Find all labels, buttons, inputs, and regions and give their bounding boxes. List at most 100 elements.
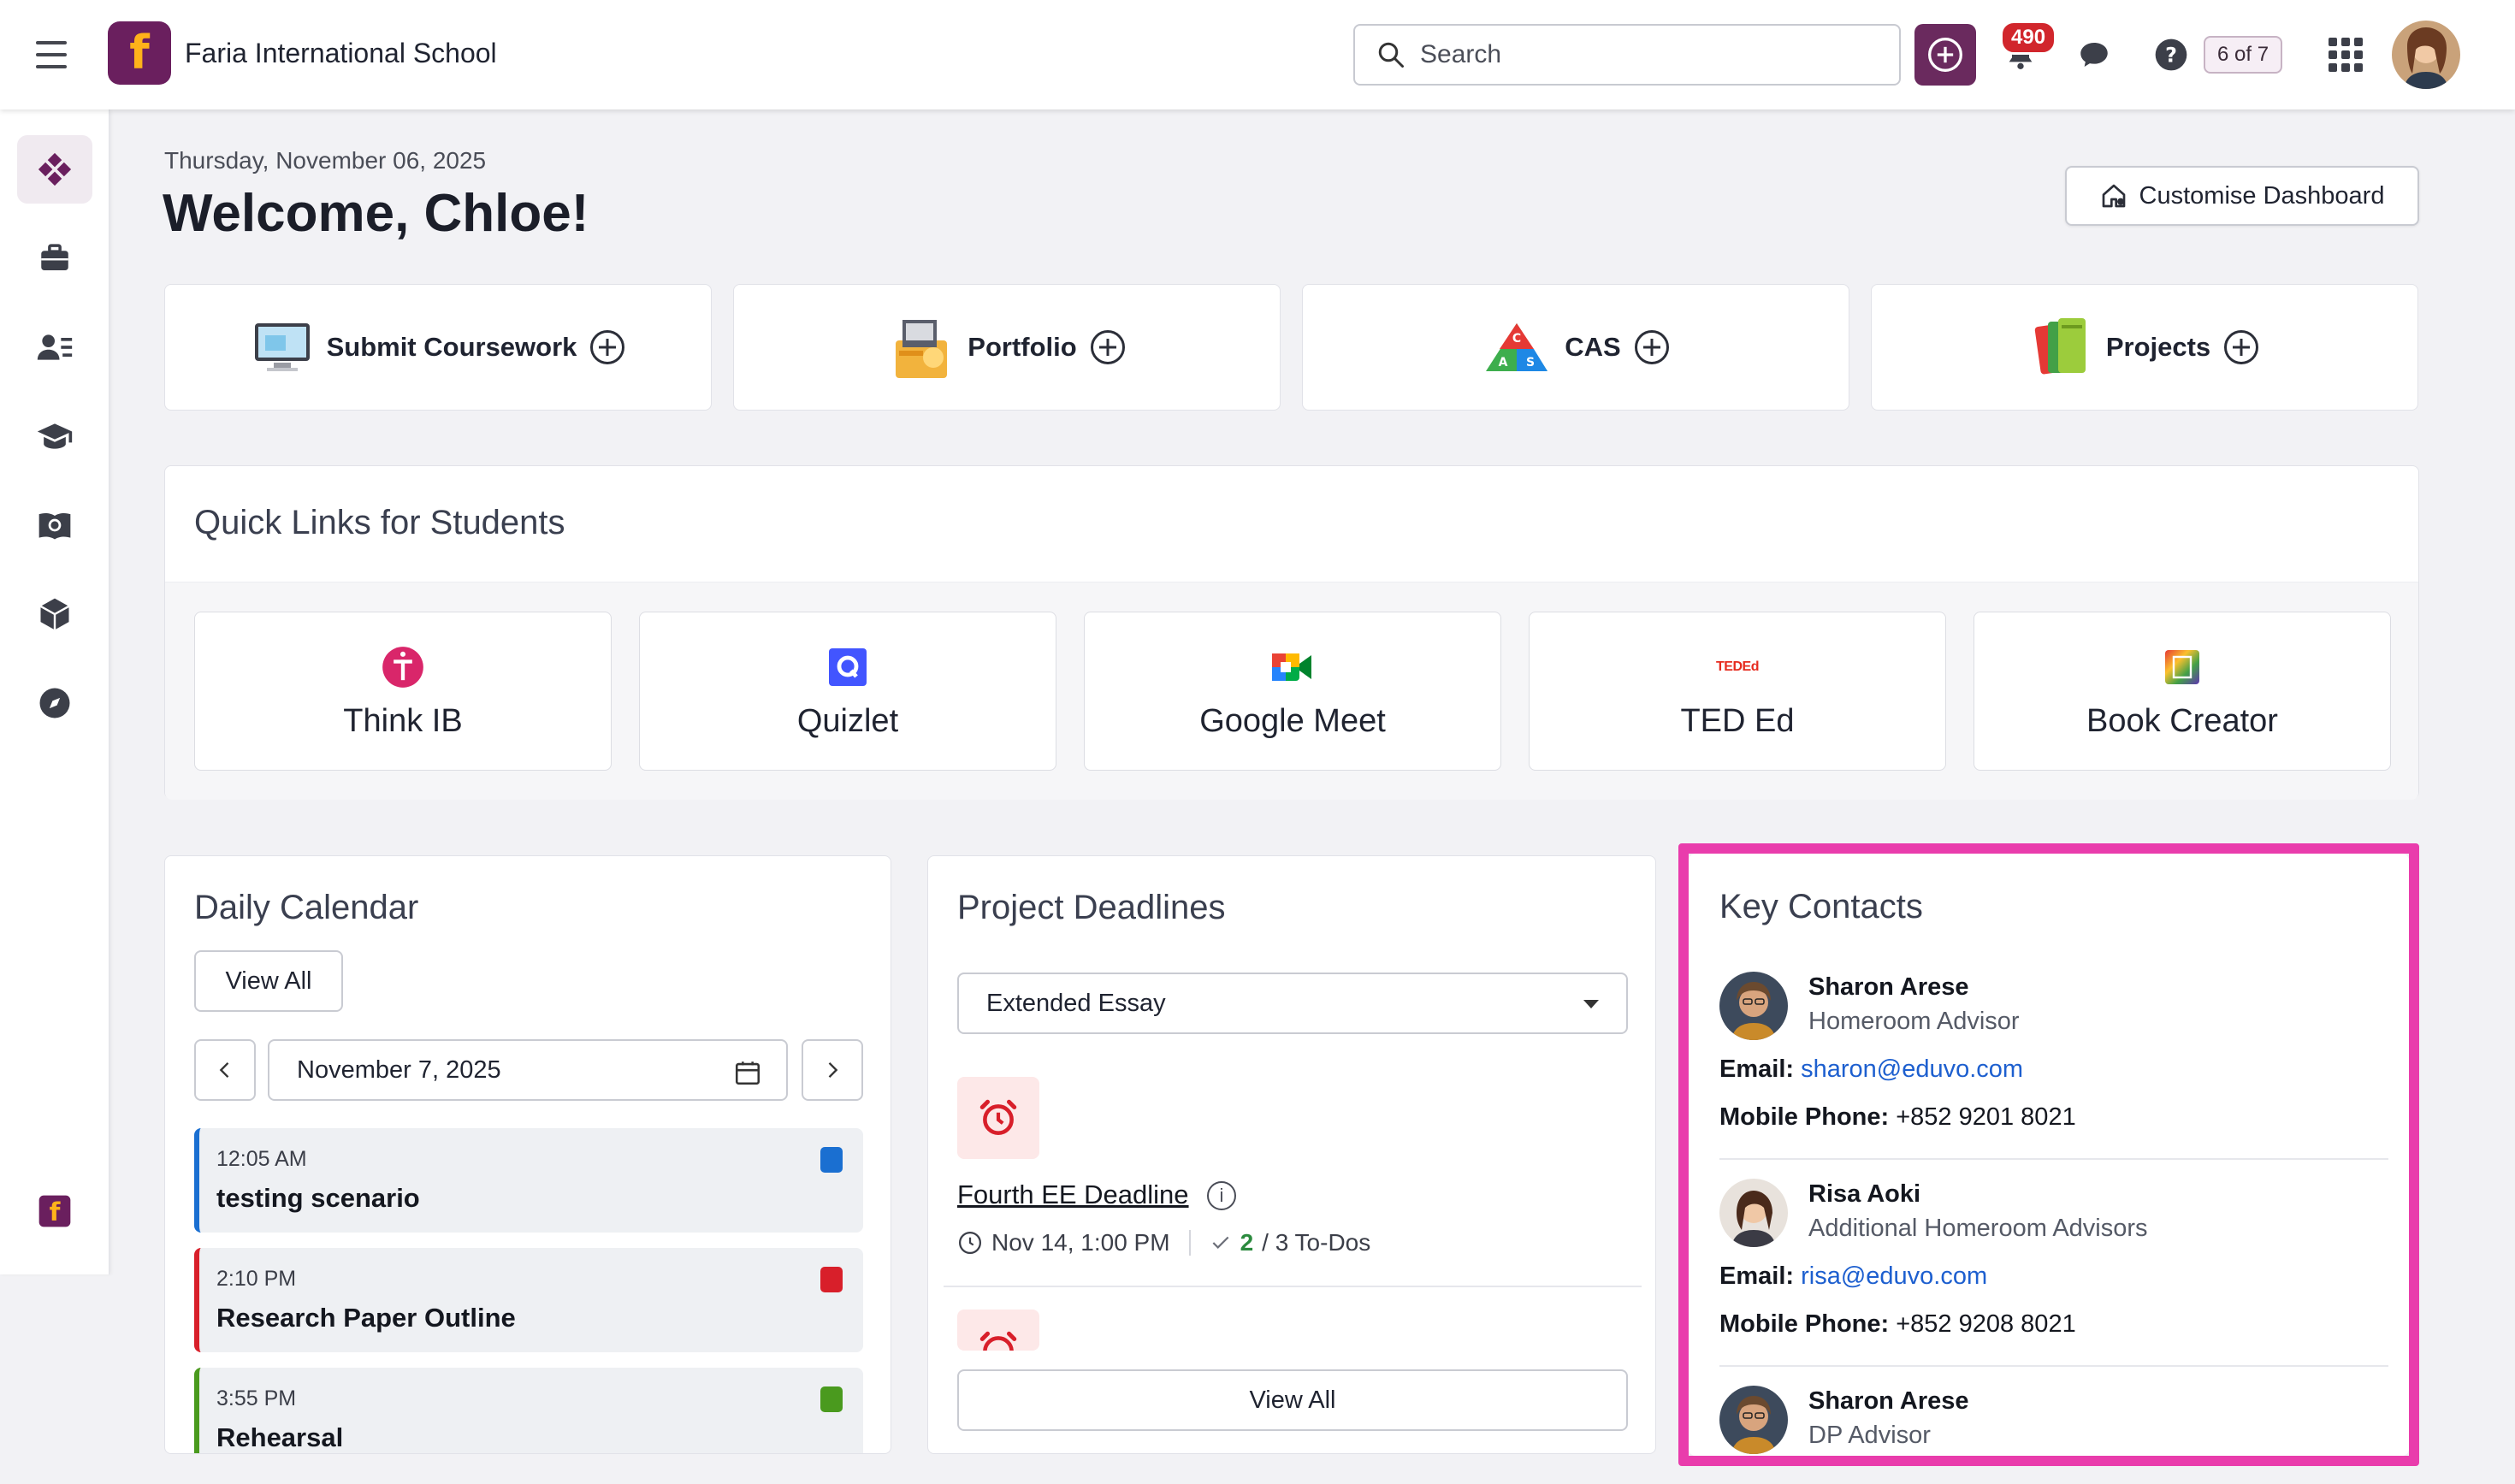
messages-button[interactable] [2068,29,2120,80]
chevron-right-icon [828,1062,838,1078]
contact-role: Homeroom Advisor [1808,1008,2020,1035]
avatar[interactable] [1719,1179,1788,1247]
apps-grid-icon[interactable] [2329,38,2363,72]
quick-links-header: Quick Links for Students [165,466,2418,582]
school-name[interactable]: Faria International School [185,38,497,69]
sidebar-item-dashboard[interactable] [17,135,92,204]
calendar-event[interactable]: 12:05 AM testing scenario [194,1128,863,1233]
contact-name: Risa Aoki [1808,1180,1921,1208]
event-time: 12:05 AM [216,1147,307,1171]
help-button[interactable]: ? [2145,29,2197,80]
help-icon: ? [2155,38,2187,71]
contact-role: DP Advisor [1808,1422,1931,1449]
svg-text:S: S [1526,356,1535,370]
ted-ed-icon: TEDEd [1715,645,1760,689]
quizlet-icon [826,645,870,689]
top-bar: f Faria International School Search 490 … [0,0,2515,109]
contact-role: Additional Homeroom Advisors [1808,1215,2148,1242]
project-deadlines-panel: Project Deadlines Extended Essay Fourth … [927,855,1656,1454]
customise-dashboard-button[interactable]: Customise Dashboard [2065,166,2419,226]
quick-links-title: Quick Links for Students [194,504,565,541]
contact-email-link[interactable]: risa@eduvo.com [1801,1262,1987,1290]
assignment-icon [820,1147,843,1173]
add-button[interactable] [1914,24,1976,86]
portfolio-card[interactable]: Portfolio [733,284,1281,411]
event-title: testing scenario [216,1183,420,1213]
add-portfolio-icon[interactable] [1090,330,1125,364]
deadline-title-link[interactable]: Fourth EE Deadline [957,1180,1189,1210]
event-title: Research Paper Outline [216,1303,516,1333]
quick-link-book-creator[interactable]: Book Creator [1974,612,2391,771]
contact-divider [1719,1365,2388,1367]
project-deadlines-title: Project Deadlines [957,889,1226,926]
next-day-button[interactable] [802,1039,863,1101]
contact-divider [1719,1158,2388,1160]
notification-badge: 490 [2000,21,2057,55]
quick-link-label: Book Creator [2086,702,2278,739]
project-type-select[interactable]: Extended Essay [957,973,1628,1034]
school-logo[interactable]: f [108,21,171,85]
svg-text:f: f [50,1197,62,1227]
calendar-date-value: November 7, 2025 [297,1055,501,1084]
quick-links-body: Think IB Quizlet Google Meet TEDEd TED E… [165,582,2418,800]
sidebar-item-global[interactable] [17,491,92,559]
calendar-date-input[interactable]: November 7, 2025 [268,1039,788,1101]
plus-circle-icon [1928,38,1962,72]
pager-badge[interactable]: 6 of 7 [2204,36,2283,74]
add-cas-icon[interactable] [1634,330,1669,364]
event-time: 3:55 PM [216,1386,297,1410]
calendar-icon[interactable] [733,1058,762,1087]
projects-card[interactable]: Projects [1871,284,2418,411]
svg-text:A: A [1499,356,1508,370]
contact-phone-row: Mobile Phone: +852 9208 8021 [1719,1310,2076,1339]
sidebar-item-portfolio[interactable] [17,224,92,293]
calendar-view-all-button[interactable]: View All [194,950,343,1012]
info-icon[interactable]: i [1207,1181,1236,1210]
contact-email-row: Email: sharon@eduvo.com [1719,1055,2023,1084]
daily-calendar-panel: Daily Calendar View All November 7, 2025… [164,855,891,1454]
contact-email-link[interactable]: sharon@eduvo.com [1801,1055,2023,1083]
search-placeholder: Search [1420,40,1502,68]
add-project-icon[interactable] [2224,330,2259,364]
home-gear-icon [2102,184,2125,208]
avatar[interactable] [1719,1386,1788,1454]
deadlines-view-all-button[interactable]: View All [957,1369,1628,1431]
checkmark-icon [1212,1236,1228,1249]
deadline-date: Nov 14, 1:00 PM [991,1229,1170,1256]
avatar[interactable] [1719,972,1788,1040]
notebooks-icon [2034,318,2086,375]
key-contacts-title: Key Contacts [1719,888,1923,925]
user-list-icon [37,334,73,360]
sidebar-item-people[interactable] [17,313,92,381]
sidebar-item-faria[interactable]: f [17,1177,92,1245]
event-title: Rehearsal [216,1422,344,1452]
sidebar-item-explore[interactable] [17,669,92,737]
quick-link-label: Think IB [343,702,463,739]
chevron-left-icon [219,1062,229,1078]
quick-link-label: TED Ed [1680,702,1795,739]
chat-bubble-icon [2080,43,2108,67]
dashboard-diamond-icon [38,152,72,186]
cas-card[interactable]: CAS CAS [1302,284,1849,411]
user-avatar[interactable] [2392,21,2460,89]
menu-icon[interactable] [33,38,70,72]
submit-coursework-card[interactable]: Submit Coursework [164,284,712,411]
contact-email-row: Email: risa@eduvo.com [1719,1262,1987,1291]
key-contacts-panel: Key Contacts Sharon Arese Homeroom Advis… [1689,854,2409,1456]
previous-day-button[interactable] [194,1039,256,1101]
daily-calendar-title: Daily Calendar [194,889,419,926]
sidebar-item-resources[interactable] [17,580,92,648]
think-ib-icon [381,645,425,689]
search-input[interactable]: Search [1353,24,1901,86]
quick-link-think-ib[interactable]: Think IB [194,612,612,771]
calendar-event[interactable]: 3:55 PM Rehearsal [194,1368,863,1453]
book-creator-icon [2160,645,2204,689]
calendar-event[interactable]: 2:10 PM Research Paper Outline [194,1248,863,1352]
action-label: Submit Coursework [326,332,577,362]
quick-link-google-meet[interactable]: Google Meet [1084,612,1501,771]
briefcase-icon [41,244,68,270]
add-coursework-icon[interactable] [590,330,625,364]
quick-link-quizlet[interactable]: Quizlet [639,612,1056,771]
quick-link-ted-ed[interactable]: TEDEd TED Ed [1529,612,1946,771]
sidebar-item-academics[interactable] [17,402,92,470]
